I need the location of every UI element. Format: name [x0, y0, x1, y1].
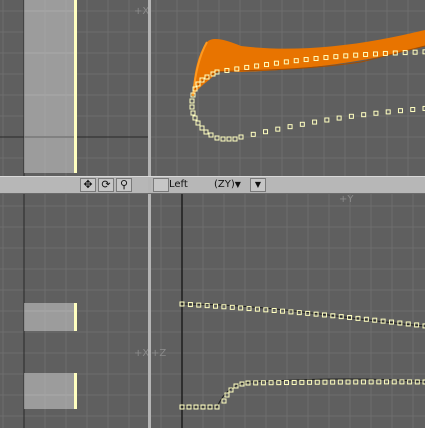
zoom-icon[interactable]: ⚲ [116, 178, 132, 192]
vertex-point [276, 380, 282, 386]
view-axes: (ZY) [214, 179, 235, 190]
vertex-point [299, 121, 305, 127]
axis-label-y: +Y [339, 194, 354, 205]
vertex-point [376, 379, 382, 385]
rotate-icon[interactable]: ⟳ [98, 178, 114, 192]
vertex-point [192, 115, 198, 121]
vertex-point [208, 132, 214, 138]
vertex-point [220, 136, 226, 142]
view-axes-dropdown[interactable]: (ZY)▼ [214, 179, 241, 190]
point-column [74, 0, 77, 173]
move-icon[interactable]: ✥ [80, 178, 96, 192]
vertex-point [199, 125, 205, 131]
vertex-point [232, 136, 238, 142]
vertex-point [336, 115, 342, 121]
chevron-down-icon: ▼ [234, 180, 241, 189]
vertex-point [373, 110, 379, 116]
chevron-down-icon: ▼ [254, 180, 262, 189]
viewport-toolbar: ✥ ⟳ ⚲ Left (ZY)▼ ▼ [0, 176, 425, 194]
vertex-point [384, 379, 390, 385]
vertex-point [189, 98, 195, 104]
view-menu-button[interactable]: ▼ [250, 178, 266, 192]
vertex-point [324, 117, 330, 123]
vertex-point [226, 136, 232, 142]
axis-label-z: +Z [151, 348, 166, 359]
vertex-point [190, 110, 196, 116]
vertex-point [410, 107, 416, 113]
vertex-point [353, 379, 359, 385]
vertex-point [322, 379, 328, 385]
axis-label: +X [134, 348, 148, 359]
viewport-top-right[interactable] [151, 0, 425, 176]
viewport-top-left[interactable]: +X [0, 0, 148, 176]
vertex-point [250, 131, 256, 137]
axis-label: +X [134, 6, 148, 17]
vertex-point [412, 49, 418, 55]
vertex-point [360, 379, 366, 385]
vertex-point [189, 104, 195, 110]
vertex-point [291, 379, 297, 385]
vertex-point [299, 379, 305, 385]
vertex-point [337, 379, 343, 385]
vertex-point [287, 124, 293, 130]
vertex-point [397, 108, 403, 114]
vertex-point [345, 379, 351, 385]
vertex-point [312, 119, 318, 125]
vertex-point [314, 379, 320, 385]
point-column [74, 303, 77, 331]
vertex-point [203, 129, 209, 135]
shaded-surface [193, 30, 425, 96]
viewport-bottom-right[interactable]: +Y +Z [151, 194, 425, 428]
vertex-point [283, 380, 289, 386]
vertex-point [330, 379, 336, 385]
view-name[interactable]: Left [169, 179, 188, 190]
vertex-point [263, 129, 269, 135]
point-column [74, 373, 77, 409]
vertex-point [275, 126, 281, 132]
modeler-viewports: +X ✥ ⟳ ⚲ Left (ZY)▼ ▼ +X +Y +Z [0, 0, 425, 428]
viewport-bottom-left[interactable]: +X [0, 194, 148, 428]
viewport-maximize-button[interactable] [153, 178, 169, 192]
